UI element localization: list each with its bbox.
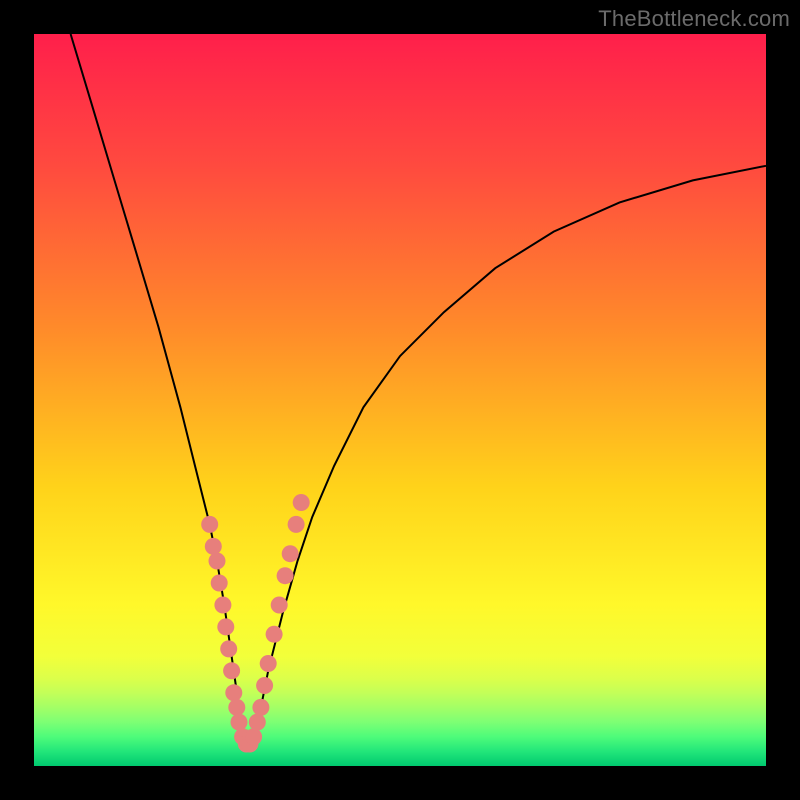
data-point xyxy=(205,538,222,555)
chart-svg xyxy=(34,34,766,766)
data-point xyxy=(211,575,228,592)
data-point xyxy=(217,618,234,635)
data-points-group xyxy=(201,494,310,753)
data-point xyxy=(201,516,218,533)
data-point xyxy=(214,597,231,614)
data-point xyxy=(223,662,240,679)
data-point xyxy=(252,699,269,716)
data-point xyxy=(249,714,266,731)
bottleneck-curve-line xyxy=(71,34,766,744)
data-point xyxy=(225,684,242,701)
data-point xyxy=(282,545,299,562)
data-point xyxy=(266,626,283,643)
chart-frame: TheBottleneck.com xyxy=(0,0,800,800)
plot-area xyxy=(34,34,766,766)
data-point xyxy=(256,677,273,694)
data-point xyxy=(293,494,310,511)
data-point xyxy=(245,728,262,745)
data-point xyxy=(271,597,288,614)
data-point xyxy=(228,699,245,716)
data-point xyxy=(220,640,237,657)
data-point xyxy=(260,655,277,672)
watermark-text: TheBottleneck.com xyxy=(598,6,790,32)
data-point xyxy=(209,553,226,570)
data-point xyxy=(277,567,294,584)
data-point xyxy=(231,714,248,731)
data-point xyxy=(288,516,305,533)
